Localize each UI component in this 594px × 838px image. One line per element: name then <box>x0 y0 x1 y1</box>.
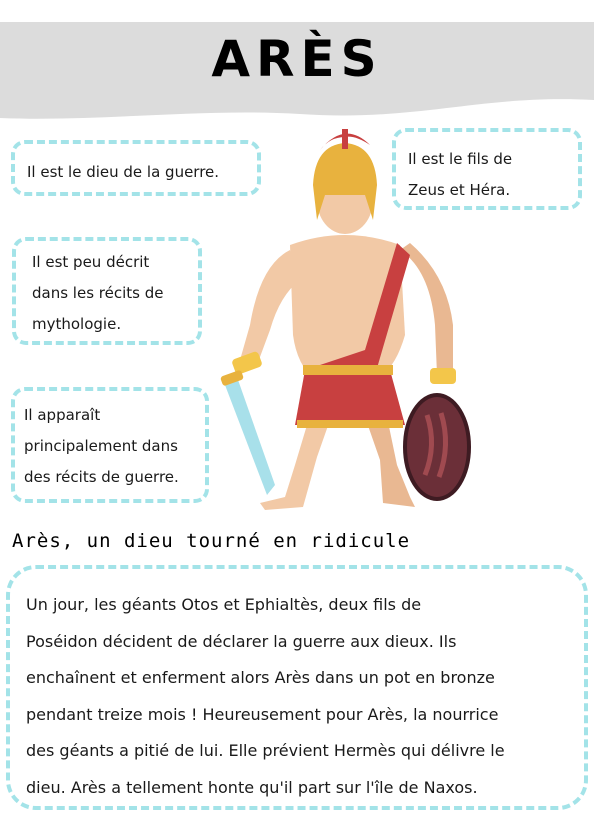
story-line: dieu. Arès a tellement honte qu'il part … <box>26 777 478 797</box>
fact-line: dans les récits de <box>32 284 164 302</box>
story-line: des géants a pitié de lui. Elle prévient… <box>26 741 505 760</box>
page-title: ARÈS <box>211 30 383 88</box>
section-title: Arès, un dieu tourné en ridicule <box>12 530 411 552</box>
ares-warrior-illustration <box>220 129 471 510</box>
fact-line: principalement dans <box>24 437 178 455</box>
story-line: pendant treize mois ! Heureusement pour … <box>26 704 499 724</box>
fact-line: mythologie. <box>32 315 122 333</box>
fact-line: Il apparaît <box>24 406 101 424</box>
story-box: Un jour, les géants Otos et Ephialtès, d… <box>6 565 588 810</box>
story-line: Un jour, les géants Otos et Ephialtès, d… <box>26 595 422 614</box>
story-line: enchaînent et enferment alors Arès dans … <box>26 668 495 687</box>
fact-line: des récits de guerre. <box>24 468 179 486</box>
fact-line: Il est peu décrit <box>32 253 150 271</box>
fact-bubble-4: Il apparaît principalement dans des réci… <box>11 387 209 503</box>
fact-bubble-3: Il est peu décrit dans les récits de myt… <box>12 237 202 345</box>
story-line: Poséidon décident de déclarer la guerre … <box>26 631 457 651</box>
